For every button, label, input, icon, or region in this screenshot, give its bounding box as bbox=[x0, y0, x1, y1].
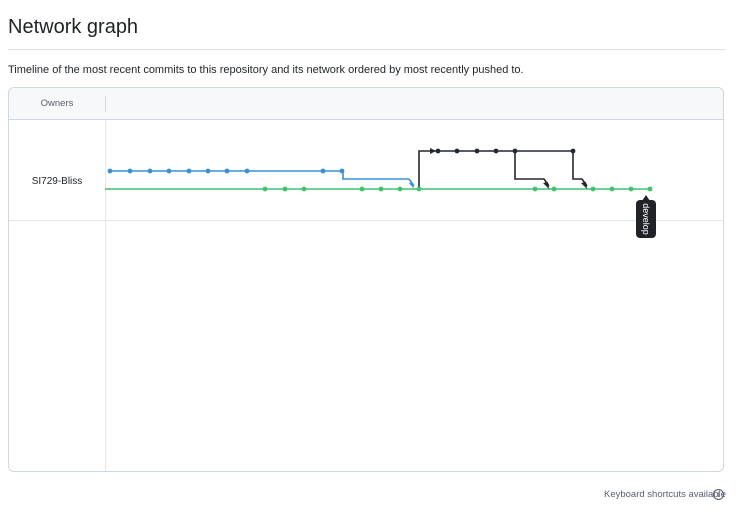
commit-graph-canvas[interactable] bbox=[0, 0, 748, 518]
branch-line-black bbox=[418, 150, 574, 189]
commit-dot bbox=[590, 186, 596, 192]
commit-dot bbox=[474, 148, 480, 154]
commit-dot bbox=[301, 186, 307, 192]
commit-dot bbox=[416, 186, 422, 192]
commit-dot bbox=[320, 168, 326, 174]
commit-dot bbox=[570, 148, 576, 154]
commit-dot bbox=[609, 186, 615, 192]
branch-line-black-3 bbox=[572, 151, 588, 187]
commit-dot bbox=[647, 186, 653, 192]
branch-label-text: develop bbox=[641, 203, 651, 235]
commit-dot bbox=[127, 168, 133, 174]
branch-line-blue bbox=[110, 170, 415, 187]
commit-dot bbox=[512, 148, 518, 154]
commit-dot bbox=[205, 168, 211, 174]
commit-dot bbox=[262, 186, 268, 192]
commit-dot bbox=[628, 186, 634, 192]
commit-dot bbox=[339, 168, 345, 174]
commit-dot bbox=[166, 168, 172, 174]
commit-dot bbox=[551, 186, 557, 192]
commit-dot bbox=[493, 148, 499, 154]
info-icon[interactable]: i bbox=[713, 489, 724, 500]
commit-dot bbox=[107, 168, 113, 174]
commit-dot bbox=[435, 148, 441, 154]
commit-dot bbox=[397, 186, 403, 192]
branch-line-black-2 bbox=[514, 151, 550, 187]
commit-dot bbox=[224, 168, 230, 174]
commit-dot bbox=[244, 168, 250, 174]
commit-dot bbox=[378, 186, 384, 192]
arrow-black-2 bbox=[581, 182, 587, 189]
commit-dot bbox=[454, 148, 460, 154]
keyboard-shortcuts-hint[interactable]: Keyboard shortcuts available bbox=[604, 489, 726, 500]
arrow-black-1 bbox=[543, 182, 549, 189]
arrow-black-top bbox=[430, 148, 436, 154]
commit-dot bbox=[359, 186, 365, 192]
branch-label-develop[interactable]: develop bbox=[636, 195, 656, 238]
commit-dot bbox=[282, 186, 288, 192]
commit-dot bbox=[147, 168, 153, 174]
commit-dot bbox=[532, 186, 538, 192]
commit-dot bbox=[186, 168, 192, 174]
